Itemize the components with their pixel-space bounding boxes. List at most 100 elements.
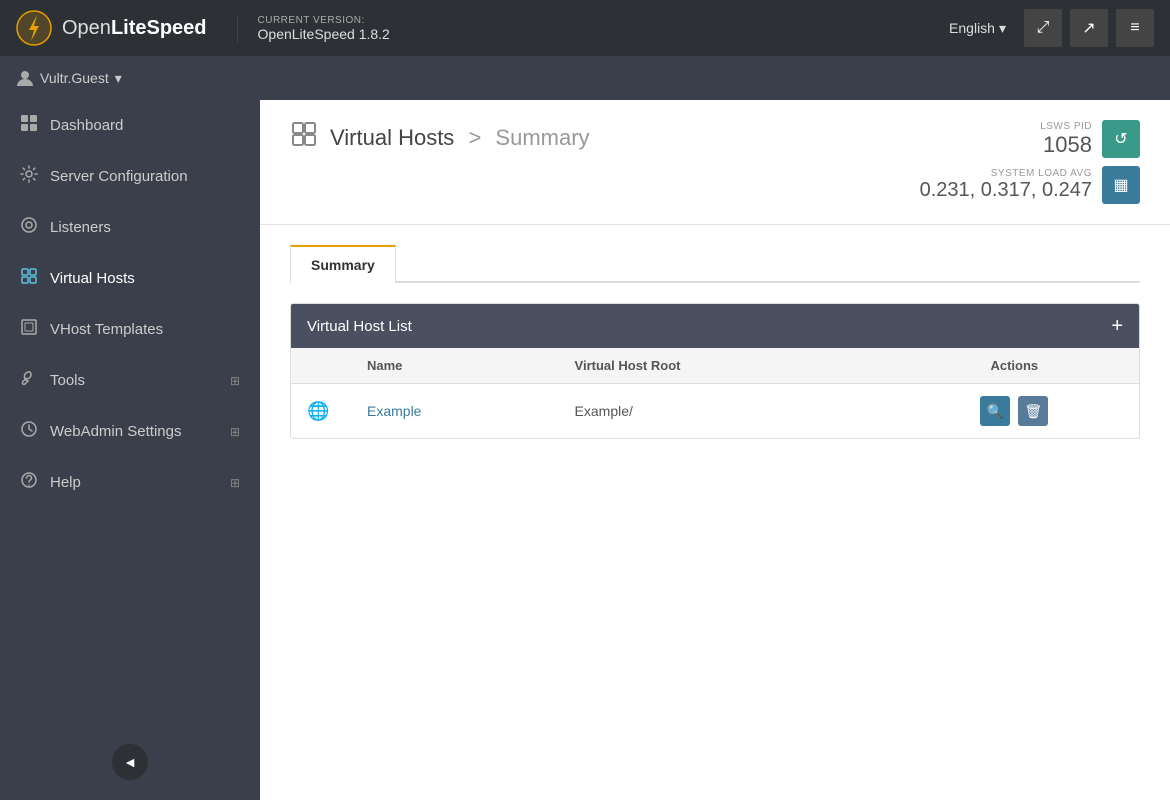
view-icon: 🔍 bbox=[987, 403, 1004, 420]
version-value: OpenLiteSpeed 1.8.2 bbox=[258, 26, 390, 42]
delete-button[interactable]: 🗑 bbox=[1018, 396, 1048, 426]
version-info: CURRENT VERSION: OpenLiteSpeed 1.8.2 bbox=[237, 15, 390, 42]
row-icon-cell: 🌐 bbox=[291, 384, 351, 439]
system-load-section: SYSTEM LOAD AVG 0.231, 0.317, 0.247 ▦ bbox=[920, 166, 1140, 204]
main-layout: Dashboard Server Configuration Listeners… bbox=[0, 100, 1170, 800]
version-label: CURRENT VERSION: bbox=[258, 15, 390, 26]
sidebar-label-listeners: Listeners bbox=[50, 219, 111, 236]
page-title-main: Virtual Hosts bbox=[330, 125, 454, 150]
expand-icon: ⤢ bbox=[1037, 19, 1050, 37]
share-icon: ↗ bbox=[1082, 18, 1095, 38]
help-expand-icon: ⊞ bbox=[230, 476, 240, 490]
row-root-cell: Example/ bbox=[559, 384, 890, 439]
share-button[interactable]: ↗ bbox=[1070, 9, 1108, 47]
sidebar-label-virtual-hosts: Virtual Hosts bbox=[50, 270, 135, 287]
tab-summary-label: Summary bbox=[311, 257, 375, 273]
lsws-pid-label: LSWS PID bbox=[1040, 121, 1092, 132]
sidebar-collapse-button[interactable]: ◄ bbox=[112, 744, 148, 780]
tab-summary[interactable]: Summary bbox=[290, 245, 396, 283]
logo-bold: LiteSpeed bbox=[111, 17, 207, 40]
add-virtual-host-button[interactable]: + bbox=[1111, 316, 1123, 336]
system-load-value: 0.231, 0.317, 0.247 bbox=[920, 179, 1092, 202]
system-load-info: SYSTEM LOAD AVG 0.231, 0.317, 0.247 bbox=[920, 168, 1092, 202]
webadmin-expand-icon: ⊞ bbox=[230, 425, 240, 439]
listeners-icon bbox=[20, 216, 38, 239]
sidebar-label-tools: Tools bbox=[50, 372, 85, 389]
sidebar-item-webadmin-settings[interactable]: WebAdmin Settings ⊞ bbox=[0, 406, 260, 457]
sidebar-footer: ◄ bbox=[0, 724, 260, 800]
stats-area: LSWS PID 1058 ↺ SYSTEM LOAD AVG 0.231, 0… bbox=[920, 120, 1140, 204]
user-icon bbox=[16, 69, 34, 87]
menu-button[interactable]: ≡ bbox=[1116, 9, 1154, 47]
col-actions: Actions bbox=[890, 348, 1139, 384]
tools-expand-icon: ⊞ bbox=[230, 374, 240, 388]
sub-header: Vultr.Guest ▾ bbox=[0, 56, 1170, 100]
sidebar: Dashboard Server Configuration Listeners… bbox=[0, 100, 260, 800]
language-selector[interactable]: English ▾ bbox=[939, 14, 1016, 43]
sidebar-item-listeners[interactable]: Listeners bbox=[0, 202, 260, 253]
table-title: Virtual Host List bbox=[307, 318, 412, 335]
logo-open: Open bbox=[62, 17, 111, 40]
content-inner: Summary Virtual Host List + bbox=[260, 225, 1170, 800]
sidebar-item-server-configuration[interactable]: Server Configuration bbox=[0, 151, 260, 202]
language-label: English bbox=[949, 20, 995, 36]
col-icon bbox=[291, 348, 351, 384]
sidebar-item-dashboard[interactable]: Dashboard bbox=[0, 100, 260, 151]
webadmin-icon bbox=[20, 420, 38, 443]
tools-icon bbox=[20, 369, 38, 392]
sidebar-label-help: Help bbox=[50, 474, 81, 491]
logo-text: Open LiteSpeed bbox=[62, 17, 207, 40]
header-right: English ▾ ⤢ ↗ ≡ bbox=[939, 9, 1154, 47]
lsws-pid-value: 1058 bbox=[1040, 132, 1092, 158]
help-icon bbox=[20, 471, 38, 494]
sidebar-label-vhost-templates: VHost Templates bbox=[50, 321, 163, 338]
refresh-icon: ↺ bbox=[1114, 129, 1127, 149]
sidebar-label-server-configuration: Server Configuration bbox=[50, 168, 188, 185]
sidebar-label-dashboard: Dashboard bbox=[50, 117, 123, 134]
tabs: Summary bbox=[290, 245, 1140, 283]
top-header: Open LiteSpeed CURRENT VERSION: OpenLite… bbox=[0, 0, 1170, 56]
chart-button[interactable]: ▦ bbox=[1102, 166, 1140, 204]
sidebar-item-tools[interactable]: Tools ⊞ bbox=[0, 355, 260, 406]
table-row: 🌐 Example Example/ 🔍 bbox=[291, 384, 1139, 439]
refresh-button[interactable]: ↺ bbox=[1102, 120, 1140, 158]
lsws-pid-info: LSWS PID 1058 bbox=[1040, 121, 1092, 158]
add-icon: + bbox=[1111, 315, 1123, 337]
user-name: Vultr.Guest bbox=[40, 70, 109, 86]
table-head: Name Virtual Host Root Actions bbox=[291, 348, 1139, 384]
row-name-cell: Example bbox=[351, 384, 559, 439]
dashboard-icon bbox=[20, 114, 38, 137]
page-title-icon bbox=[290, 120, 318, 155]
sidebar-item-help[interactable]: Help ⊞ bbox=[0, 457, 260, 508]
delete-icon: 🗑 bbox=[1024, 403, 1042, 420]
col-name: Name bbox=[351, 348, 559, 384]
user-menu[interactable]: Vultr.Guest ▾ bbox=[16, 69, 122, 87]
view-button[interactable]: 🔍 bbox=[980, 396, 1010, 426]
table-header-row: Name Virtual Host Root Actions bbox=[291, 348, 1139, 384]
content-header: Virtual Hosts > Summary LSWS PID 1058 ↺ bbox=[260, 100, 1170, 225]
lsws-pid-section: LSWS PID 1058 ↺ bbox=[1040, 120, 1140, 158]
chevron-down-icon: ▾ bbox=[999, 20, 1006, 37]
sidebar-label-webadmin-settings: WebAdmin Settings bbox=[50, 423, 181, 440]
virtual-host-table-container: Virtual Host List + Name Virtual Host Ro… bbox=[290, 303, 1140, 439]
content-body: Summary Virtual Host List + bbox=[260, 225, 1170, 800]
expand-button[interactable]: ⤢ bbox=[1024, 9, 1062, 47]
virtual-hosts-icon bbox=[20, 267, 38, 290]
hamburger-icon: ≡ bbox=[1130, 19, 1139, 37]
logo-area: Open LiteSpeed CURRENT VERSION: OpenLite… bbox=[16, 10, 939, 46]
page-subtitle: Summary bbox=[495, 125, 589, 150]
user-chevron-icon: ▾ bbox=[115, 70, 122, 87]
virtual-host-link[interactable]: Example bbox=[367, 403, 421, 419]
logo-icon bbox=[16, 10, 52, 46]
table-body: 🌐 Example Example/ 🔍 bbox=[291, 384, 1139, 439]
sidebar-item-virtual-hosts[interactable]: Virtual Hosts bbox=[0, 253, 260, 304]
page-title: Virtual Hosts > Summary bbox=[330, 125, 590, 151]
page-title-area: Virtual Hosts > Summary bbox=[290, 120, 590, 155]
breadcrumb-separator: > bbox=[468, 125, 487, 150]
globe-icon: 🌐 bbox=[307, 401, 329, 421]
col-root: Virtual Host Root bbox=[559, 348, 890, 384]
server-config-icon bbox=[20, 165, 38, 188]
table-header: Virtual Host List + bbox=[291, 304, 1139, 348]
content-area: Virtual Hosts > Summary LSWS PID 1058 ↺ bbox=[260, 100, 1170, 800]
sidebar-item-vhost-templates[interactable]: VHost Templates bbox=[0, 304, 260, 355]
